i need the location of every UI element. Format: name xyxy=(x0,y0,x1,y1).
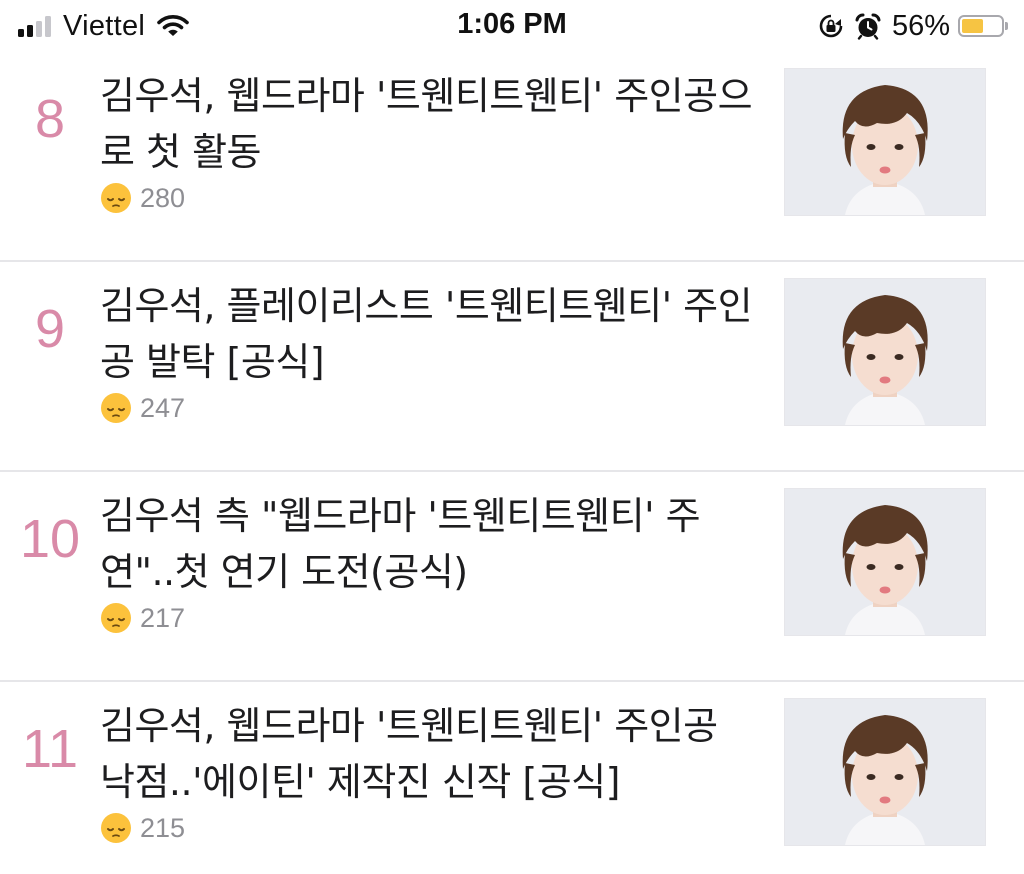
rank-number: 8 xyxy=(34,89,66,149)
news-item[interactable]: 11 김우석, 웹드라마 '트웬티트웬티' 주인공 낙점..'에이틴' 제작진 … xyxy=(0,682,1024,874)
reaction-count: 215 xyxy=(140,812,186,843)
status-bar-right: 56% xyxy=(818,10,1008,42)
battery-level-fill xyxy=(962,19,984,33)
alarm-icon xyxy=(855,13,881,40)
article-thumbnail[interactable] xyxy=(784,68,986,216)
article-thumbnail[interactable] xyxy=(784,488,986,636)
sad-face-icon xyxy=(101,393,131,423)
rank-number: 11 xyxy=(21,719,79,779)
reaction-count: 247 xyxy=(140,392,186,423)
sad-face-icon xyxy=(101,603,131,633)
article-title[interactable]: 김우석, 웹드라마 '트웬티트웬티' 주인공 낙점..'에이틴' 제작진 신작 … xyxy=(100,698,760,810)
article-thumbnail[interactable] xyxy=(784,278,986,426)
news-ranking-list: 8 김우석, 웹드라마 '트웬티트웬티' 주인공으로 첫 활동 280 9 김우… xyxy=(0,52,1024,874)
reaction-summary: 217 xyxy=(100,600,185,636)
rank-number: 10 xyxy=(19,509,81,569)
reaction-summary: 215 xyxy=(100,810,185,846)
article-title[interactable]: 김우석, 웹드라마 '트웬티트웬티' 주인공으로 첫 활동 xyxy=(100,68,760,180)
reaction-summary: 280 xyxy=(100,180,185,216)
battery-icon xyxy=(958,15,1004,37)
battery-percent: 56% xyxy=(891,9,950,42)
rank-number: 9 xyxy=(34,299,66,359)
sad-face-icon xyxy=(101,813,131,843)
news-item[interactable]: 10 김우석 측 "웹드라마 '트웬티트웬티' 주연"..첫 연기 도전(공식)… xyxy=(0,472,1024,682)
reaction-summary: 247 xyxy=(100,390,185,426)
status-bar: Viettel 1:06 PM 56% xyxy=(0,0,1024,52)
reaction-count: 217 xyxy=(140,602,186,633)
article-thumbnail[interactable] xyxy=(784,698,986,846)
reaction-count: 280 xyxy=(140,182,186,213)
news-item[interactable]: 8 김우석, 웹드라마 '트웬티트웬티' 주인공으로 첫 활동 280 xyxy=(0,52,1024,262)
article-title[interactable]: 김우석, 플레이리스트 '트웬티트웬티' 주인공 발탁 [공식] xyxy=(100,278,760,390)
sad-face-icon xyxy=(101,183,131,213)
news-item[interactable]: 9 김우석, 플레이리스트 '트웬티트웬티' 주인공 발탁 [공식] 247 xyxy=(0,262,1024,472)
rotation-lock-icon xyxy=(819,14,843,38)
battery-cap xyxy=(1005,22,1008,30)
article-title[interactable]: 김우석 측 "웹드라마 '트웬티트웬티' 주연"..첫 연기 도전(공식) xyxy=(100,488,760,600)
